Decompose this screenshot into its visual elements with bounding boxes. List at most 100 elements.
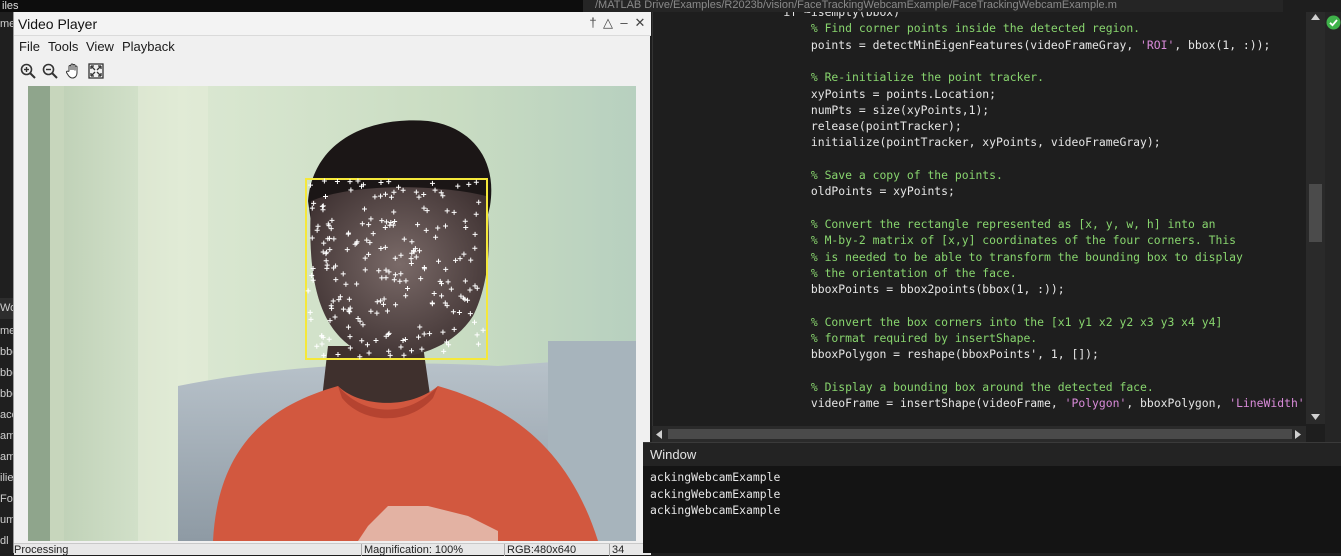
editor-vertical-scrollbar[interactable]: [1306, 12, 1325, 424]
code-line: if ~isempty(bbox): [756, 12, 900, 20]
code-comment: % Display a bounding box around the dete…: [756, 379, 1154, 394]
code-line: videoFrame = insertShape(videoFrame, 'Po…: [756, 395, 1311, 411]
status-frame-number: 34: [609, 544, 624, 556]
editor-file-path: /MATLAB Drive/Examples/R2023b/vision/Fac…: [583, 0, 1283, 12]
command-window-title: Window: [643, 442, 1341, 466]
code-line: oldPoints = xyPoints;: [756, 183, 955, 199]
background-fragment: ilie: [0, 472, 14, 484]
background-fragment: bbo: [0, 367, 14, 379]
files-panel-header: iles: [0, 0, 650, 12]
code-analyzer-ok-icon[interactable]: [1326, 15, 1341, 30]
menu-file[interactable]: File: [19, 39, 40, 54]
background-fragment: Fo: [0, 493, 13, 505]
code-line: points = detectMinEigenFeatures(videoFra…: [756, 37, 1271, 53]
background-fragment: dl: [0, 535, 9, 547]
zoom-in-icon[interactable]: [19, 62, 37, 80]
scroll-down-icon[interactable]: [1311, 414, 1320, 420]
command-output-line: ackingWebcamExample: [650, 470, 781, 484]
code-text: , bbox(1, :));: [1174, 37, 1271, 52]
background-fragment: um: [0, 514, 14, 526]
minimize-icon[interactable]: –: [617, 15, 631, 30]
background-fragment: ace: [0, 409, 14, 421]
background-fragment: bbo: [0, 388, 14, 400]
code-comment: % Find corner points inside the detected…: [756, 21, 1141, 36]
code-comment: % Convert the rectangle represented as […: [756, 216, 1216, 231]
video-frame: [28, 86, 636, 541]
menu-playback[interactable]: Playback: [122, 39, 175, 54]
close-icon[interactable]: ✕: [633, 15, 647, 31]
background-fragment: am: [0, 451, 14, 463]
horizontal-scroll-thumb[interactable]: [668, 429, 1292, 439]
command-window[interactable]: ackingWebcamExample ackingWebcamExample …: [643, 466, 1341, 553]
code-line: % format required by insertShape.: [756, 330, 1037, 346]
video-player-statusbar: Processing Magnification: 100% RGB:480x6…: [14, 543, 651, 556]
code-line: % M-by-2 matrix of [x,y] coordinates of …: [756, 232, 1236, 248]
code-comment: % Convert the box corners into the [x1 y…: [756, 314, 1223, 329]
status-state: Processing: [14, 544, 69, 556]
code-line: % Convert the box corners into the [x1 y…: [756, 314, 1222, 330]
video-player-menubar: File Tools View Playback: [14, 36, 651, 58]
code-line: % Save a copy of the points.: [756, 167, 1003, 183]
code-text: points = detectMinEigenFeatures(videoFra…: [756, 37, 1141, 52]
status-magnification: Magnification: 100%: [361, 544, 463, 556]
menu-tools[interactable]: Tools: [48, 39, 78, 54]
code-string: 'Polygon': [1064, 396, 1127, 411]
scroll-right-icon[interactable]: [1295, 430, 1301, 439]
pin-icon[interactable]: †: [586, 15, 600, 30]
background-fragment: Wo: [0, 298, 14, 319]
code-text: xyPoints = points.Location;: [756, 86, 997, 101]
editor-right-margin: [1325, 12, 1341, 442]
background-fragment: me: [0, 325, 14, 337]
menu-view[interactable]: View: [86, 39, 114, 54]
code-text: videoFrame = insertShape(videoFrame,: [756, 396, 1065, 411]
code-text: , bboxPolygon,: [1126, 396, 1230, 411]
background-fragment: am: [0, 430, 14, 442]
code-line: % is needed to be able to transform the …: [756, 249, 1243, 265]
code-comment: % is needed to be able to transform the …: [756, 249, 1243, 264]
code-line: % the orientation of the face.: [756, 265, 1017, 281]
code-string: 'LineWidth': [1229, 396, 1305, 411]
code-line: xyPoints = points.Location;: [756, 86, 996, 102]
code-line: % Convert the rectangle represented as […: [756, 216, 1216, 232]
code-line: % Re-initialize the point tracker.: [756, 69, 1044, 85]
code-comment: % Save a copy of the points.: [756, 168, 1003, 182]
vertical-scroll-thumb[interactable]: [1309, 184, 1322, 242]
code-line: % Find corner points inside the detected…: [756, 20, 1140, 36]
video-player-window: Video Player † △ – ✕ File Tools View Pla…: [13, 12, 651, 556]
webcam-frame-image: [28, 86, 636, 541]
video-player-titlebar[interactable]: Video Player † △ – ✕: [14, 12, 651, 36]
pan-hand-icon[interactable]: [64, 62, 82, 80]
code-comment: % Re-initialize the point tracker.: [756, 70, 1045, 85]
editor-horizontal-scrollbar[interactable]: [652, 426, 1306, 442]
code-text: bboxPoints = bbox2points(bbox(1, :));: [756, 282, 1065, 297]
code-comment: % the orientation of the face.: [756, 265, 1017, 280]
fit-to-window-icon[interactable]: [87, 62, 105, 80]
video-player-toolbar: [14, 58, 651, 84]
video-player-title: Video Player: [18, 16, 98, 32]
background-fragment: me: [0, 18, 14, 30]
files-panel-label: iles: [2, 0, 19, 12]
code-line: numPts = size(xyPoints,1);: [756, 102, 989, 118]
code-text: release(pointTracker);: [756, 119, 962, 134]
code-line: bboxPolygon = reshape(bboxPoints', 1, []…: [756, 346, 1099, 362]
code-text: initialize(pointTracker, xyPoints, video…: [756, 135, 1161, 150]
scroll-left-icon[interactable]: [656, 430, 662, 439]
status-rgb-size: RGB:480x640: [504, 544, 576, 556]
code-string: 'ROI': [1140, 37, 1175, 52]
scroll-up-icon[interactable]: [1311, 14, 1320, 20]
zoom-out-icon[interactable]: [41, 62, 59, 80]
command-output-line: ackingWebcamExample: [650, 503, 781, 517]
command-output-line: ackingWebcamExample: [650, 487, 781, 501]
code-text: if ~isempty(bbox): [756, 12, 901, 19]
code-text: bboxPolygon = reshape(bboxPoints', 1, []…: [756, 347, 1099, 362]
code-line: initialize(pointTracker, xyPoints, video…: [756, 134, 1161, 150]
code-line: bboxPoints = bbox2points(bbox(1, :));: [756, 281, 1065, 297]
undock-icon[interactable]: △: [601, 15, 615, 31]
code-text: numPts = size(xyPoints,1);: [756, 102, 990, 117]
code-comment: % format required by insertShape.: [756, 331, 1038, 345]
code-text: oldPoints = xyPoints;: [756, 184, 955, 199]
code-comment: % M-by-2 matrix of [x,y] coordinates of …: [756, 233, 1237, 248]
code-editor[interactable]: if ~isempty(bbox) % Find corner points i…: [652, 12, 1311, 426]
code-line: % Display a bounding box around the dete…: [756, 379, 1154, 395]
code-line: release(pointTracker);: [756, 118, 962, 134]
